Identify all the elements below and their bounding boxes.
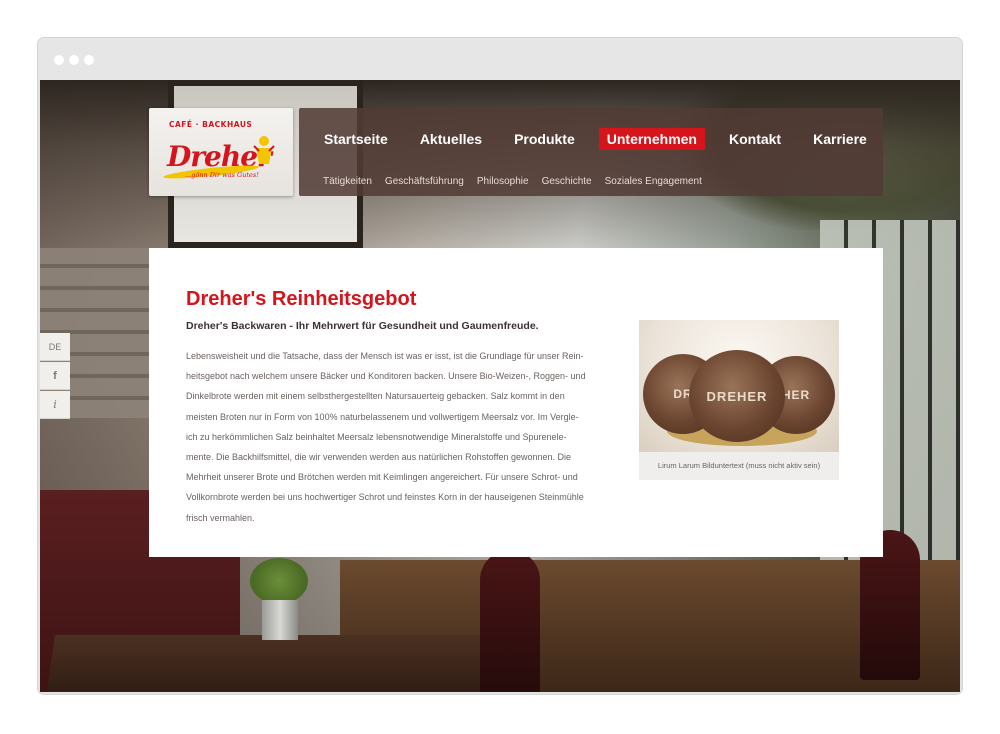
- logo-top-text: CAFÉ · BACKHAUS: [169, 120, 253, 129]
- subnav-item-geschaeftsfuehrung[interactable]: Geschäftsführung: [385, 176, 464, 187]
- nav-item-unternehmen[interactable]: Unternehmen: [598, 128, 705, 150]
- nav-item-kontakt[interactable]: Kontakt: [721, 128, 789, 150]
- nav-main-menu: Startseite Aktuelles Produkte Unternehme…: [299, 128, 875, 150]
- background-chair: [480, 550, 540, 692]
- language-button[interactable]: DE: [40, 333, 70, 361]
- browser-chrome: [38, 38, 962, 80]
- page-subtitle: Dreher's Backwaren - Ihr Mehrwert für Ge…: [186, 320, 539, 332]
- body-line: Vollkornbrote werden bei uns hochwertige…: [186, 492, 584, 503]
- body-line: ich zu herkömmlichen Salz beinhaltet Mee…: [186, 431, 567, 442]
- browser-window: CAFÉ · BACKHAUS Dreher ...gönn Dir was G…: [38, 38, 962, 694]
- baker-figure-icon: [253, 136, 275, 164]
- body-line: Lebensweisheit und die Tatsache, dass de…: [186, 351, 584, 361]
- nav-sub-menu: Tätigkeiten Geschäftsführung Philosophie…: [323, 176, 715, 187]
- content-card: Dreher's Reinheitsgebot Dreher's Backwar…: [149, 248, 883, 557]
- subnav-item-soziales-engagement[interactable]: Soziales Engagement: [605, 176, 702, 187]
- side-toolbar: DE f i: [40, 333, 70, 419]
- background-table: [45, 635, 495, 692]
- body-text: Lebensweisheit und die Tatsache, dass de…: [186, 346, 606, 528]
- background-pot: [262, 600, 298, 640]
- nav-item-karriere[interactable]: Karriere: [805, 128, 875, 150]
- subnav-item-taetigkeiten[interactable]: Tätigkeiten: [323, 176, 372, 187]
- nav-item-produkte[interactable]: Produkte: [506, 128, 583, 150]
- website-viewport: CAFÉ · BACKHAUS Dreher ...gönn Dir was G…: [40, 80, 960, 692]
- background-plant: [250, 558, 308, 604]
- bread-loaf: DREHER: [689, 350, 785, 442]
- body-line: Dinkelbrote werden mit einem selbstherge…: [186, 391, 565, 402]
- body-line: meisten Broten nur in Form von 100% natu…: [186, 411, 579, 422]
- window-dot-icon: [69, 55, 79, 65]
- page-title: Dreher's Reinheitsgebot: [186, 288, 417, 310]
- body-line: mente. Die Backhilfsmittel, die wir verw…: [186, 452, 572, 463]
- bread-image: DR HER DREHER: [639, 320, 839, 452]
- logo[interactable]: CAFÉ · BACKHAUS Dreher ...gönn Dir was G…: [149, 108, 293, 196]
- image-caption: Lirum Larum Bilduntertext (muss nicht ak…: [657, 461, 821, 470]
- nav-item-aktuelles[interactable]: Aktuelles: [412, 128, 490, 150]
- nav-item-startseite[interactable]: Startseite: [316, 128, 396, 150]
- window-dot-icon: [84, 55, 94, 65]
- subnav-item-philosophie[interactable]: Philosophie: [477, 176, 529, 187]
- bread-figure: DR HER DREHER Lirum Larum Bilduntertext …: [639, 320, 839, 480]
- logo-tagline: ...gönn Dir was Gutes!: [185, 171, 259, 179]
- facebook-icon[interactable]: f: [40, 362, 70, 390]
- body-line: Mehrheit unserer Brote und Brötchen werd…: [186, 472, 578, 483]
- main-navigation: Startseite Aktuelles Produkte Unternehme…: [299, 108, 883, 196]
- info-icon[interactable]: i: [40, 391, 70, 419]
- body-line: frisch vermahlen.: [186, 512, 255, 523]
- window-dot-icon: [54, 55, 64, 65]
- body-line: heitsgebot nach welchem unsere Bäcker un…: [186, 371, 586, 382]
- subnav-item-geschichte[interactable]: Geschichte: [542, 176, 592, 187]
